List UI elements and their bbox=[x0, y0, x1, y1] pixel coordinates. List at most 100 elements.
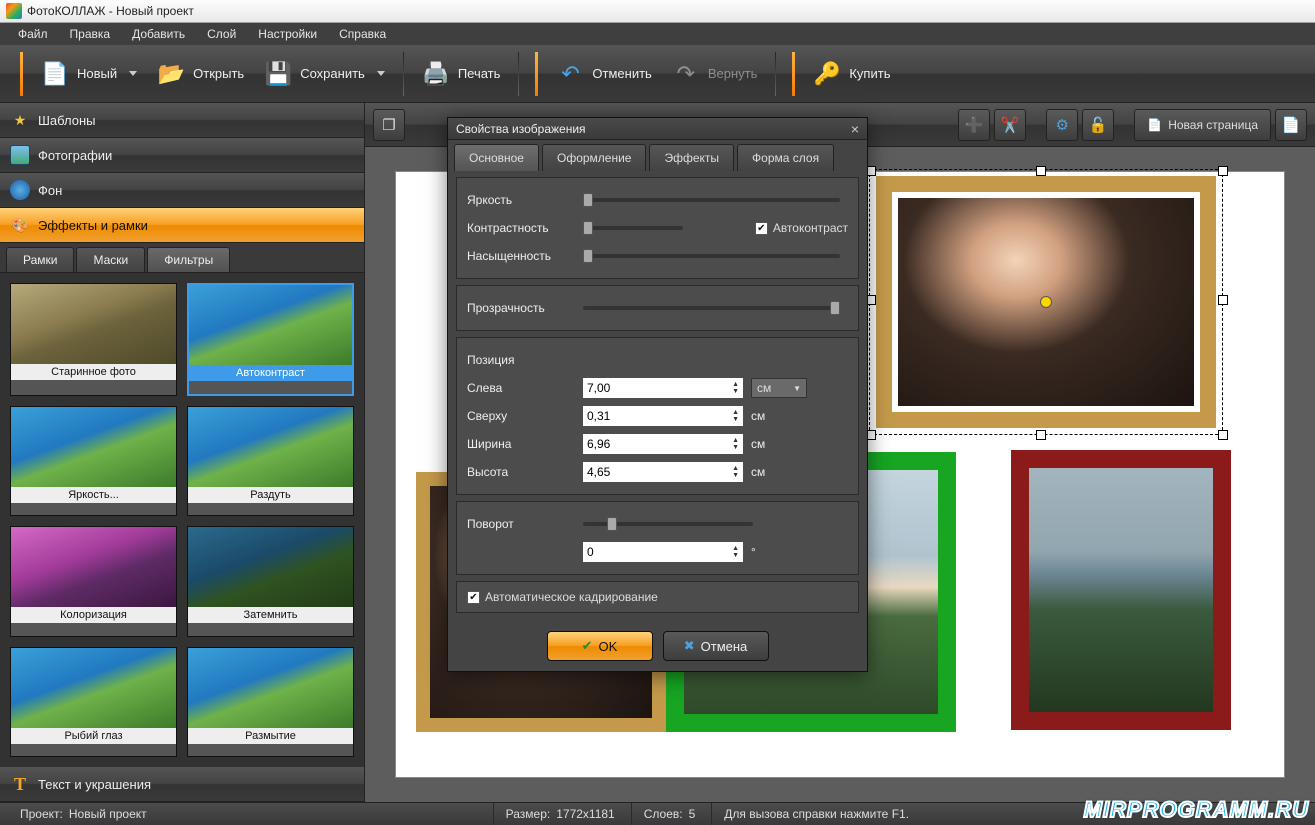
tab-main[interactable]: Основное bbox=[454, 144, 539, 171]
text-icon: T bbox=[10, 774, 30, 794]
main-toolbar: 📄 Новый 📂 Открыть 💾 Сохранить 🖨️ Печать … bbox=[0, 45, 1315, 103]
checkbox-autocontrast[interactable]: ✔Автоконтраст bbox=[755, 221, 848, 235]
globe-icon bbox=[10, 180, 30, 200]
buy-button[interactable]: 🔑 Купить bbox=[803, 54, 900, 94]
resize-handle[interactable] bbox=[1036, 166, 1046, 176]
menu-settings[interactable]: Настройки bbox=[248, 24, 327, 44]
resize-handle[interactable] bbox=[1218, 295, 1228, 305]
palette-icon: 🎨 bbox=[10, 215, 30, 235]
status-project: Проект:Новый проект bbox=[8, 803, 159, 825]
image-properties-dialog: Свойства изображения × Основное Оформлен… bbox=[447, 117, 868, 672]
slider-rotation[interactable] bbox=[583, 522, 753, 526]
accordion-background[interactable]: Фон bbox=[0, 173, 364, 208]
ok-button[interactable]: ✔ OK bbox=[547, 631, 653, 661]
accordion-text[interactable]: T Текст и украшения bbox=[0, 767, 364, 802]
left-panel: ★ Шаблоны Фотографии Фон 🎨 Эффекты и рам… bbox=[0, 103, 365, 802]
rotate-handle[interactable] bbox=[1040, 296, 1052, 308]
resize-handle[interactable] bbox=[1218, 166, 1228, 176]
group-position: Позиция Слева 7,00▲▼ см▼ Сверху 0,31▲▼ с… bbox=[456, 337, 859, 495]
menu-file[interactable]: Файл bbox=[8, 24, 58, 44]
input-width[interactable]: 6,96▲▼ bbox=[583, 434, 743, 454]
page-settings-icon[interactable]: 📄 bbox=[1275, 109, 1307, 141]
redo-button[interactable]: ↷ Вернуть bbox=[662, 54, 768, 94]
tab-design[interactable]: Оформление bbox=[542, 144, 646, 171]
group-rotation: Поворот 0▲▼ ° bbox=[456, 501, 859, 575]
menu-help[interactable]: Справка bbox=[329, 24, 396, 44]
toolbar-accent bbox=[20, 52, 23, 96]
menu-add[interactable]: Добавить bbox=[122, 24, 195, 44]
cancel-button[interactable]: ✖ Отмена bbox=[663, 631, 769, 661]
open-button[interactable]: 📂 Открыть bbox=[147, 54, 254, 94]
new-button[interactable]: 📄 Новый bbox=[31, 54, 147, 94]
label-contrast: Контрастность bbox=[467, 221, 575, 235]
gear-icon[interactable]: ⚙ bbox=[1046, 109, 1078, 141]
accordion-templates[interactable]: ★ Шаблоны bbox=[0, 103, 364, 138]
layers-icon[interactable]: ❐ bbox=[373, 109, 405, 141]
frame-gold[interactable] bbox=[876, 176, 1216, 428]
slider-contrast[interactable] bbox=[583, 226, 683, 230]
menu-layer[interactable]: Слой bbox=[197, 24, 246, 44]
menubar: Файл Правка Добавить Слой Настройки Спра… bbox=[0, 23, 1315, 45]
label-opacity: Прозрачность bbox=[467, 301, 575, 315]
check-icon: ✔ bbox=[582, 638, 593, 654]
group-color-adjust: Яркость Контрастность ✔Автоконтраст Насы… bbox=[456, 177, 859, 279]
print-button[interactable]: 🖨️ Печать bbox=[412, 54, 511, 94]
close-icon[interactable]: × bbox=[851, 121, 859, 137]
input-top[interactable]: 0,31▲▼ bbox=[583, 406, 743, 426]
input-rotation[interactable]: 0▲▼ bbox=[583, 542, 743, 562]
accordion-effects[interactable]: 🎨 Эффекты и рамки bbox=[0, 208, 364, 243]
checkbox-autocrop[interactable]: ✔Автоматическое кадрирование bbox=[467, 590, 848, 604]
group-opacity: Прозрачность bbox=[456, 285, 859, 331]
accordion-photos[interactable]: Фотографии bbox=[0, 138, 364, 173]
label-position: Позиция bbox=[467, 353, 575, 367]
group-autocrop: ✔Автоматическое кадрирование bbox=[456, 581, 859, 613]
tab-shape[interactable]: Форма слоя bbox=[737, 144, 834, 171]
input-left[interactable]: 7,00▲▼ bbox=[583, 378, 743, 398]
titlebar: ФотоКОЛЛАЖ - Новый проект bbox=[0, 0, 1315, 23]
filter-inflate[interactable]: Раздуть bbox=[187, 406, 354, 517]
x-icon: ✖ bbox=[684, 638, 695, 654]
redo-icon: ↷ bbox=[672, 60, 700, 88]
filter-brightness[interactable]: Яркость... bbox=[10, 406, 177, 517]
label-rotation: Поворот bbox=[467, 517, 575, 531]
label-brightness: Яркость bbox=[467, 193, 575, 207]
folder-open-icon: 📂 bbox=[157, 60, 185, 88]
filter-autocontrast[interactable]: Автоконтраст bbox=[187, 283, 354, 396]
subtab-masks[interactable]: Маски bbox=[76, 247, 145, 272]
frame-red[interactable] bbox=[1011, 450, 1231, 730]
key-icon: 🔑 bbox=[813, 60, 841, 88]
slider-saturation[interactable] bbox=[583, 254, 840, 258]
unit-select[interactable]: см▼ bbox=[751, 378, 807, 398]
label-width: Ширина bbox=[467, 437, 575, 451]
status-layers: Слоев:5 bbox=[631, 803, 708, 825]
undo-icon: ↶ bbox=[556, 60, 584, 88]
lock-icon[interactable]: 🔓 bbox=[1082, 109, 1114, 141]
filter-old-photo[interactable]: Старинное фото bbox=[10, 283, 177, 396]
label-saturation: Насыщенность bbox=[467, 249, 575, 263]
menu-edit[interactable]: Правка bbox=[60, 24, 121, 44]
filter-blur[interactable]: Размытие bbox=[187, 647, 354, 758]
tab-effects[interactable]: Эффекты bbox=[649, 144, 734, 171]
filter-colorize[interactable]: Колоризация bbox=[10, 526, 177, 637]
filter-darken[interactable]: Затемнить bbox=[187, 526, 354, 637]
label-top: Сверху bbox=[467, 409, 575, 423]
chevron-down-icon bbox=[377, 71, 385, 76]
resize-handle[interactable] bbox=[1218, 430, 1228, 440]
resize-handle[interactable] bbox=[1036, 430, 1046, 440]
new-file-icon: 📄 bbox=[41, 60, 69, 88]
cut-icon[interactable]: ✂️ bbox=[994, 109, 1026, 141]
subtab-filters[interactable]: Фильтры bbox=[147, 247, 230, 272]
status-help: Для вызова справки нажмите F1. bbox=[711, 803, 921, 825]
filter-thumb-grid[interactable]: Старинное фото Автоконтраст Яркость... Р… bbox=[0, 273, 364, 767]
dialog-titlebar[interactable]: Свойства изображения × bbox=[448, 118, 867, 140]
subtab-frames[interactable]: Рамки bbox=[6, 247, 74, 272]
input-height[interactable]: 4,65▲▼ bbox=[583, 462, 743, 482]
undo-button[interactable]: ↶ Отменить bbox=[546, 54, 661, 94]
filter-fisheye[interactable]: Рыбий глаз bbox=[10, 647, 177, 758]
save-button[interactable]: 💾 Сохранить bbox=[254, 54, 395, 94]
new-page-icon: 📄 bbox=[1147, 118, 1162, 132]
new-page-button[interactable]: 📄 Новая страница bbox=[1134, 109, 1271, 141]
slider-brightness[interactable] bbox=[583, 198, 840, 202]
slider-opacity[interactable] bbox=[583, 306, 840, 310]
add-layer-icon[interactable]: ➕ bbox=[958, 109, 990, 141]
